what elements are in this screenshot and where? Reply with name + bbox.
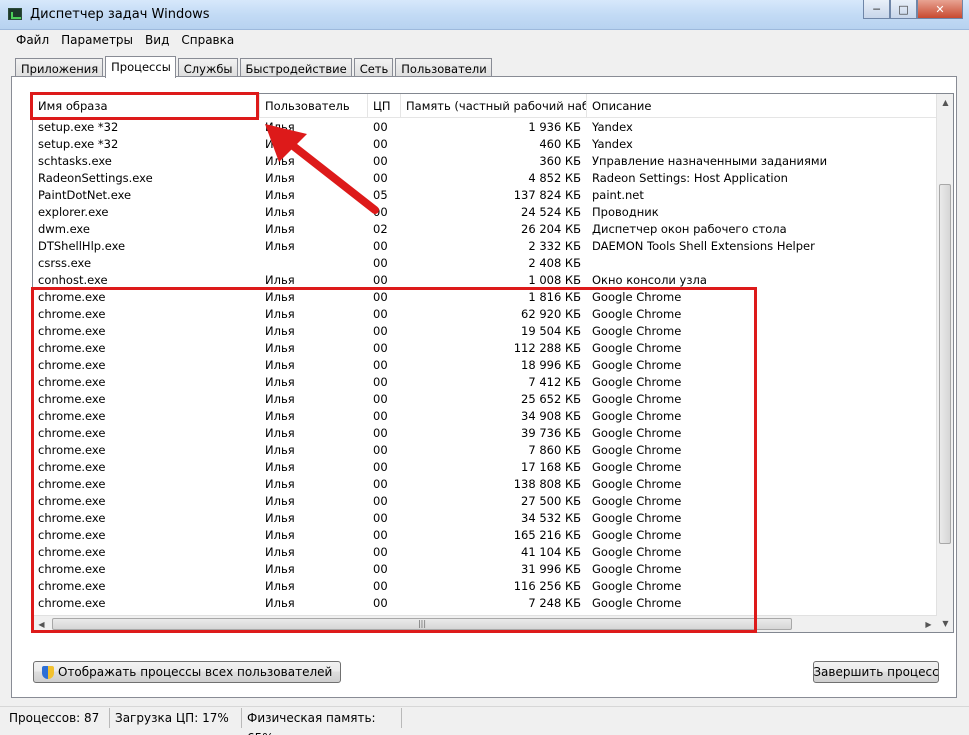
cell-description [587, 255, 938, 272]
column-description[interactable]: Описание [587, 94, 938, 118]
menu-bar: Файл Параметры Вид Справка [0, 30, 969, 50]
cell-description: Проводник [592, 205, 659, 219]
end-process-button[interactable]: Завершить процесс [813, 661, 939, 683]
table-row[interactable]: explorer.exe Илья 00 24 524 КБ Проводник [33, 204, 938, 221]
cell-image-name: setup.exe *32 [38, 120, 119, 134]
cell-image-name: setup.exe *32 [38, 137, 119, 151]
task-manager-icon [8, 8, 22, 20]
tab-applications[interactable]: Приложения [15, 58, 104, 78]
scroll-down-icon[interactable]: ▼ [937, 615, 953, 632]
menu-view[interactable]: Вид [139, 30, 175, 50]
cell-user: Илья [265, 239, 295, 253]
cell-memory: 26 204 КБ [521, 222, 581, 236]
scroll-up-icon[interactable]: ▲ [937, 94, 953, 111]
window-controls: ─ □ ✕ [863, 0, 963, 20]
maximize-button[interactable]: □ [890, 0, 917, 19]
tab-network[interactable]: Сеть [353, 58, 394, 78]
cell-image-name: explorer.exe [38, 205, 109, 219]
close-button[interactable]: ✕ [917, 0, 963, 19]
tab-processes[interactable]: Процессы [105, 56, 176, 78]
status-processes: Процессов: 87 [4, 708, 110, 728]
cell-memory: 137 824 КБ [513, 188, 581, 202]
table-row[interactable]: PaintDotNet.exe Илья 05 137 824 КБ paint.net [33, 187, 938, 204]
vertical-scrollbar[interactable]: ▲ ▼ [936, 94, 953, 632]
tab-services[interactable]: Службы [177, 58, 238, 78]
cell-user [260, 255, 368, 272]
scroll-right-icon[interactable]: ▶ [920, 616, 937, 632]
cell-memory: 4 852 КБ [528, 171, 581, 185]
cell-description: Yandex [592, 137, 633, 151]
tab-users[interactable]: Пользователи [395, 58, 492, 78]
red-arrow-icon [265, 124, 379, 214]
tab-bar: Приложения Процессы Службы Быстродействи… [15, 56, 494, 78]
cell-description: Управление назначенными заданиями [592, 154, 828, 168]
table-row[interactable]: csrss.exe 00 2 408 КБ [33, 255, 938, 272]
cell-image-name: DTShellHlp.exe [38, 239, 126, 253]
menu-file[interactable]: Файл [10, 30, 55, 50]
cell-memory: 460 КБ [539, 137, 581, 151]
show-all-processes-button[interactable]: Отображать процессы всех пользователей [33, 661, 342, 683]
show-all-processes-label: Отображать процессы всех пользователей [58, 665, 333, 679]
cell-memory: 2 332 КБ [528, 239, 581, 253]
status-memory: Физическая память: 65% [242, 708, 402, 735]
column-cpu[interactable]: ЦП [368, 94, 401, 118]
table-row[interactable]: setup.exe *32Илья00460 КБYandex [33, 136, 938, 153]
chrome-processes-highlight-box [31, 287, 757, 633]
vertical-scroll-thumb[interactable] [939, 184, 951, 544]
table-row[interactable]: DTShellHlp.exe Илья 00 2 332 КБ DAEMON Tools… [33, 238, 938, 255]
cell-description: paint.net [592, 188, 644, 202]
minimize-button[interactable]: ─ [863, 0, 890, 19]
cell-image-name: PaintDotNet.exe [38, 188, 132, 202]
cell-user: Илья [265, 222, 295, 236]
cell-cpu: 00 [373, 256, 388, 270]
cell-image-name: schtasks.exe [38, 154, 112, 168]
menu-help[interactable]: Справка [175, 30, 240, 50]
uac-shield-icon [42, 665, 54, 679]
cell-cpu: 02 [373, 222, 388, 236]
cell-memory: 2 408 КБ [528, 256, 581, 270]
column-memory[interactable]: Память (частный рабочий набор) [401, 94, 587, 118]
tab-performance[interactable]: Быстродействие [239, 58, 352, 78]
menu-options[interactable]: Параметры [55, 30, 139, 50]
table-row[interactable]: dwm.exe Илья 02 26 204 КБ Диспетчер окон раб… [33, 221, 938, 238]
title-bar: Диспетчер задач Windows ─ □ ✕ [0, 0, 969, 30]
table-row[interactable]: schtasks.exeИлья00360 КБУправление назна… [33, 153, 938, 170]
cell-image-name: csrss.exe [38, 256, 92, 270]
image-name-highlight-box [30, 92, 259, 120]
table-row[interactable]: RadeonSettings.exe Илья 00 4 852 КБ Radeon S… [33, 170, 938, 187]
cell-description: DAEMON Tools Shell Extensions Helper [592, 239, 815, 253]
status-cpu: Загрузка ЦП: 17% [110, 708, 242, 728]
cell-description: Yandex [592, 120, 633, 134]
cell-description: Диспетчер окон рабочего стола [592, 222, 787, 236]
window-title: Диспетчер задач Windows [30, 7, 210, 22]
cell-memory: 360 КБ [539, 154, 581, 168]
cell-description: Radeon Settings: Host Application [592, 171, 788, 185]
cell-memory: 24 524 КБ [521, 205, 581, 219]
cell-image-name: RadeonSettings.exe [38, 171, 153, 185]
cell-cpu: 00 [373, 239, 388, 253]
table-row[interactable]: setup.exe *32 Илья 00 1 936 КБ Yandex [33, 119, 938, 136]
cell-image-name: dwm.exe [38, 222, 90, 236]
status-bar: Процессов: 87 Загрузка ЦП: 17% Физическа… [0, 706, 969, 735]
column-user[interactable]: Пользователь [260, 94, 368, 118]
cell-memory: 1 936 КБ [528, 120, 581, 134]
